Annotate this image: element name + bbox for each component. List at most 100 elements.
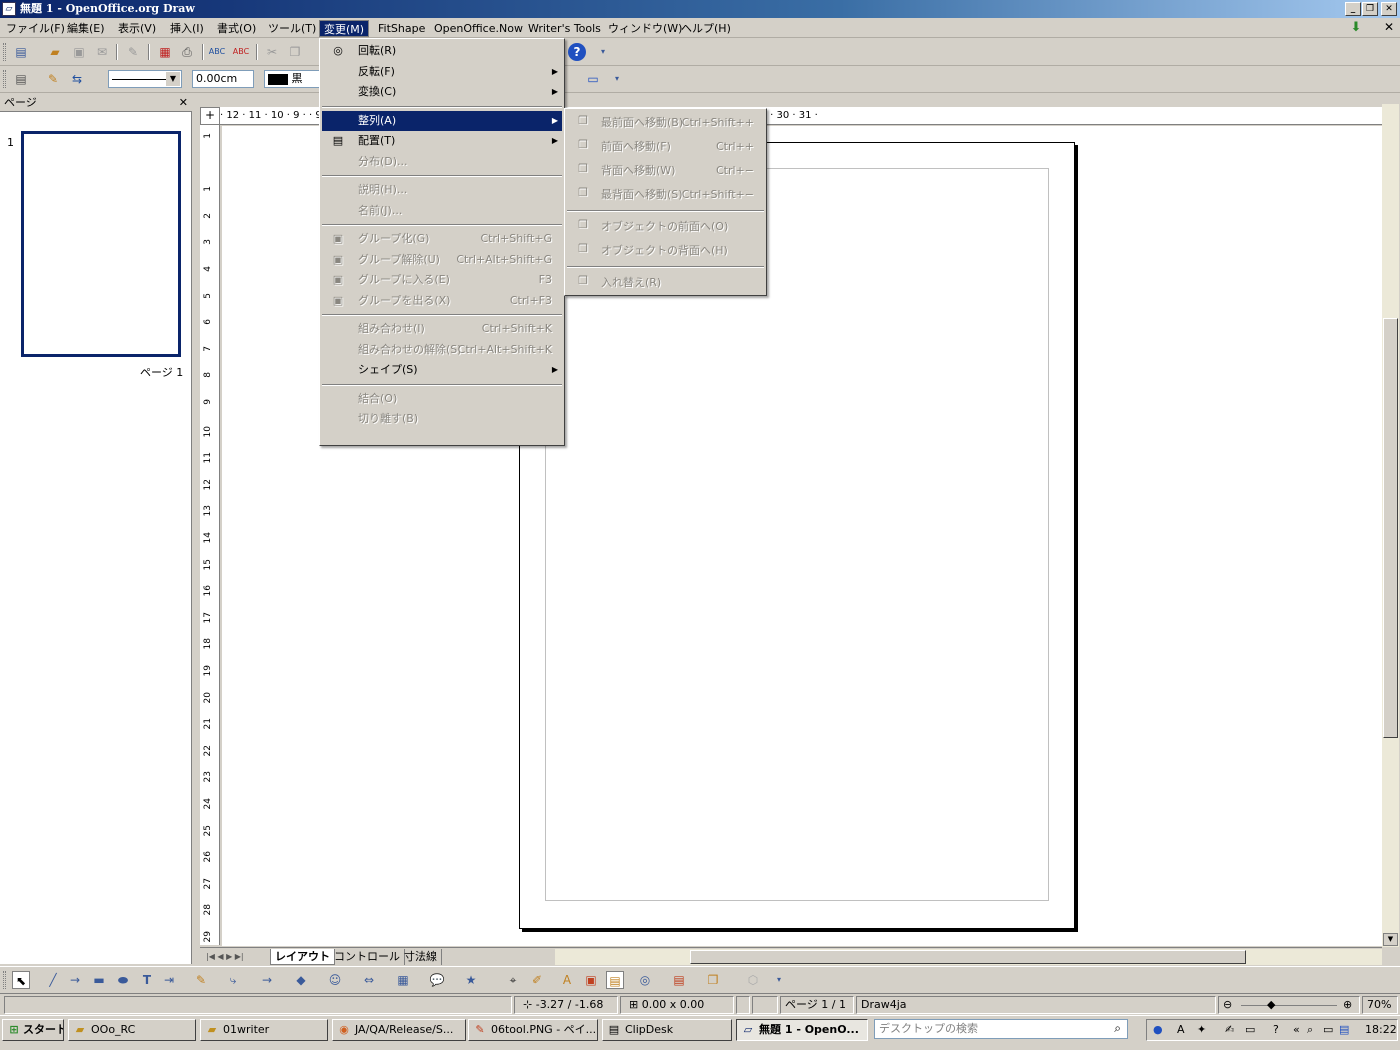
scroll-down-button[interactable]: ▼ bbox=[1383, 933, 1398, 946]
styles-icon[interactable]: ▤ bbox=[12, 70, 30, 88]
print-icon[interactable]: ⎙ bbox=[178, 43, 196, 61]
fontwork-icon[interactable]: A bbox=[558, 971, 576, 989]
modify-menu-item-18[interactable]: シェイプ(S) ▶ bbox=[322, 360, 562, 381]
drawing-toolbar-options-icon[interactable]: ▾ bbox=[770, 971, 788, 989]
shadow-icon[interactable]: ▭ bbox=[584, 70, 602, 88]
callouts-icon[interactable]: 💬 bbox=[428, 971, 446, 989]
lines-arrows-icon[interactable]: → bbox=[258, 971, 276, 989]
update-icon[interactable]: ⬇ bbox=[1348, 20, 1364, 36]
connector-tool-icon[interactable]: ⤷ bbox=[224, 971, 242, 989]
tray-search-icon[interactable]: ⌕ bbox=[1307, 1023, 1313, 1037]
save-icon[interactable]: ▣ bbox=[70, 43, 88, 61]
task-paint[interactable]: ✎ 06tool.PNG - ペイ... bbox=[468, 1019, 598, 1041]
tray-ime-icon[interactable]: A bbox=[1177, 1023, 1185, 1036]
copy-icon[interactable]: ❐ bbox=[286, 43, 304, 61]
desktop-search-input[interactable]: デスクトップの検索 ⌕ bbox=[874, 1019, 1128, 1039]
tab-layout[interactable]: レイアウト bbox=[270, 949, 335, 965]
open-icon[interactable]: ▰ bbox=[46, 43, 64, 61]
task-draw[interactable]: ▱ 無題 1 - OpenO... bbox=[736, 1019, 868, 1041]
vertical-text-icon[interactable]: ⇥ bbox=[160, 971, 178, 989]
spellcheck-icon[interactable]: ABC bbox=[208, 43, 226, 61]
tray-expand-icon[interactable]: « bbox=[1293, 1023, 1300, 1036]
glue-points-icon[interactable]: ✐ bbox=[528, 971, 546, 989]
alignment-icon[interactable]: ▤ bbox=[670, 971, 688, 989]
tray-security-icon[interactable]: ▤ bbox=[1339, 1023, 1349, 1036]
vertical-ruler[interactable]: 1 1 2 3 4 5 6 7 8 9 10 11 12 13 14 15 16 17 18 19 20 21 22 23 24… bbox=[200, 125, 220, 945]
export-pdf-icon[interactable]: ▦ bbox=[156, 43, 174, 61]
arrow-tool-icon[interactable]: → bbox=[66, 971, 84, 989]
tab-controls[interactable]: コントロール bbox=[330, 949, 405, 965]
cut-icon[interactable]: ✂ bbox=[263, 43, 281, 61]
horizontal-scroll-thumb[interactable] bbox=[690, 950, 1246, 964]
points-icon[interactable]: ⌖ bbox=[504, 971, 522, 989]
tray-pen-icon[interactable]: ✍ bbox=[1225, 1023, 1234, 1036]
line-color-select[interactable]: 黒 bbox=[264, 70, 320, 88]
tray-help-icon[interactable]: ? bbox=[1273, 1023, 1279, 1036]
select-icon[interactable]: ⬉ bbox=[12, 971, 30, 989]
start-button[interactable]: ⊞ スタート bbox=[2, 1019, 64, 1041]
email-icon[interactable]: ✉ bbox=[93, 43, 111, 61]
rotate-icon[interactable]: ◎ bbox=[636, 971, 654, 989]
tab-dimension-lines[interactable]: 寸法線 bbox=[400, 949, 442, 965]
line-width-field[interactable]: 0.00cm bbox=[192, 70, 254, 88]
menu-writers-tools[interactable]: Writer's Tools bbox=[524, 20, 605, 37]
page-thumbnail[interactable] bbox=[21, 131, 181, 357]
menu-help[interactable]: ヘルプ(H) bbox=[677, 20, 735, 37]
menu-openoffice-now[interactable]: OpenOffice.Now bbox=[430, 20, 527, 37]
page-panel-close-icon[interactable]: ✕ bbox=[179, 94, 188, 112]
text-tool-icon[interactable]: T bbox=[138, 971, 156, 989]
panel-splitter[interactable] bbox=[193, 94, 200, 964]
zoom-slider-handle[interactable]: ◆ bbox=[1267, 997, 1275, 1013]
modify-menu-item-2[interactable]: 変換(C) ▶ bbox=[322, 82, 562, 103]
task-firefox[interactable]: ◉ JA/QA/Release/S... bbox=[332, 1019, 466, 1041]
rectangle-tool-icon[interactable]: ▬ bbox=[90, 971, 108, 989]
toolbar-options-icon[interactable]: ▾ bbox=[594, 43, 612, 61]
extrusion-icon[interactable]: ⬡ bbox=[744, 971, 762, 989]
task-01writer[interactable]: ▰ 01writer bbox=[200, 1019, 328, 1041]
line-tool-icon[interactable]: ╱ bbox=[44, 971, 62, 989]
task-clipdesk[interactable]: ▤ ClipDesk bbox=[602, 1019, 732, 1041]
toolbar-grip[interactable] bbox=[3, 43, 6, 61]
flowchart-icon[interactable]: ▦ bbox=[394, 971, 412, 989]
new-document-icon[interactable]: ▤ bbox=[12, 43, 30, 61]
menu-file[interactable]: ファイル(F) bbox=[2, 20, 69, 37]
menu-insert[interactable]: 挿入(I) bbox=[166, 20, 208, 37]
drawing-toolbar-grip[interactable] bbox=[3, 971, 6, 989]
ellipse-tool-icon[interactable]: ⬬ bbox=[114, 971, 132, 989]
modify-menu-item-4[interactable]: 整列(A) ▶ bbox=[322, 110, 562, 131]
line-icon[interactable]: ✎ bbox=[44, 70, 62, 88]
from-file-icon[interactable]: ▣ bbox=[582, 971, 600, 989]
zoom-level[interactable]: 70% bbox=[1362, 996, 1398, 1014]
line-style-select[interactable]: ▼ bbox=[108, 70, 182, 88]
tray-network-icon[interactable]: ▭ bbox=[1323, 1023, 1333, 1036]
zoom-out-icon[interactable]: ⊖ bbox=[1223, 997, 1232, 1013]
menu-fitshape[interactable]: FitShape bbox=[374, 20, 429, 37]
ruler-origin[interactable]: + bbox=[200, 107, 220, 125]
minimize-button[interactable]: _ bbox=[1345, 2, 1361, 16]
document-close-icon[interactable]: ✕ bbox=[1384, 20, 1394, 34]
zoom-slider[interactable]: ⊖ ◆ ⊕ bbox=[1218, 996, 1360, 1014]
help-icon[interactable]: ? bbox=[568, 43, 586, 61]
restore-button[interactable]: ❐ bbox=[1362, 2, 1378, 16]
stars-icon[interactable]: ★ bbox=[462, 971, 480, 989]
modify-menu-item-5[interactable]: ▤ 配置(T) ▶ bbox=[322, 131, 562, 152]
toolbar-grip-2[interactable] bbox=[3, 70, 6, 88]
menu-view[interactable]: 表示(V) bbox=[114, 20, 160, 37]
block-arrows-icon[interactable]: ⇔ bbox=[360, 971, 378, 989]
menu-edit[interactable]: 編集(E) bbox=[63, 20, 109, 37]
tray-tools-icon[interactable]: ✦ bbox=[1197, 1023, 1206, 1036]
autospell-icon[interactable]: ABC bbox=[232, 43, 250, 61]
arrow-style-icon[interactable]: ⇆ bbox=[68, 70, 86, 88]
tray-keyboard-icon[interactable]: ▭ bbox=[1245, 1023, 1255, 1036]
curve-tool-icon[interactable]: ✎ bbox=[192, 971, 210, 989]
edit-file-icon[interactable]: ✎ bbox=[124, 43, 142, 61]
search-icon[interactable]: ⌕ bbox=[1114, 1021, 1121, 1036]
menu-tools[interactable]: ツール(T) bbox=[264, 20, 320, 37]
arrange-icon[interactable]: ❐ bbox=[704, 971, 722, 989]
tab-nav-buttons[interactable]: |◀ ◀ ▶ ▶| bbox=[202, 949, 248, 965]
tray-app-icon[interactable]: ● bbox=[1153, 1023, 1163, 1036]
zoom-in-icon[interactable]: ⊕ bbox=[1343, 997, 1352, 1013]
vertical-scroll-thumb[interactable] bbox=[1383, 318, 1398, 738]
basic-shapes-icon[interactable]: ◆ bbox=[292, 971, 310, 989]
menu-window[interactable]: ウィンドウ(W) bbox=[604, 20, 686, 37]
